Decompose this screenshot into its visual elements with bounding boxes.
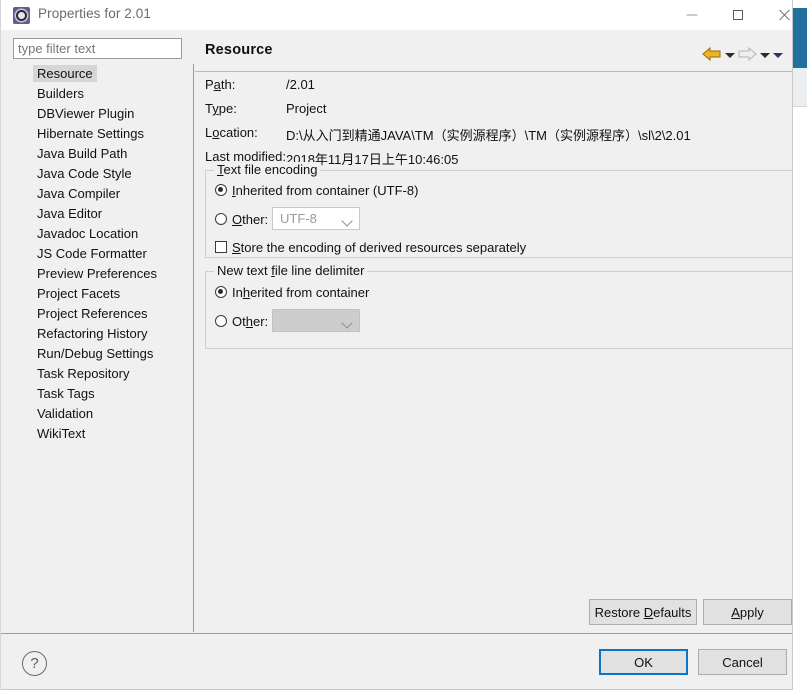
text-file-encoding-group: Text file encoding Inherited from contai… (205, 162, 792, 258)
location-label: Location: (205, 125, 258, 140)
properties-dialog: Properties for 2.01 Resource Builders DB… (0, 0, 793, 690)
encoding-combo[interactable]: UTF-8 (272, 207, 360, 230)
forward-history-chevron-down-icon[interactable] (759, 49, 770, 60)
radio-indicator (215, 184, 227, 196)
tree-item-preview-preferences[interactable]: Preview Preferences (13, 264, 193, 284)
maximize-icon[interactable] (715, 0, 761, 30)
radio-indicator (215, 213, 227, 225)
apply-button[interactable]: Apply (703, 599, 792, 625)
tree-item-java-compiler[interactable]: Java Compiler (13, 184, 193, 204)
delimiter-other-label: Other: (232, 313, 269, 329)
restore-defaults-button[interactable]: Restore Defaults (589, 599, 697, 625)
title-separator (195, 71, 792, 72)
tree-item-task-repository[interactable]: Task Repository (13, 364, 193, 384)
dialog-footer: ? OK Cancel (1, 633, 792, 689)
tree-item-validation[interactable]: Validation (13, 404, 193, 424)
delimiter-other-radio[interactable]: Other: (215, 312, 268, 330)
tree-item-project-references[interactable]: Project References (13, 304, 193, 324)
dialog-title: Properties for 2.01 (38, 6, 151, 21)
line-delimiter-group-title: New text file line delimiter (214, 263, 368, 278)
encoding-inherited-label: Inherited from container (UTF-8) (232, 182, 419, 198)
store-encoding-label: Store the encoding of derived resources … (232, 239, 527, 255)
dialog-titlebar: Properties for 2.01 (1, 0, 792, 30)
chevron-down-icon (337, 208, 359, 229)
back-icon[interactable] (702, 46, 722, 62)
store-encoding-checkbox[interactable]: Store the encoding of derived resources … (215, 238, 526, 256)
tree-item-run-debug-settings[interactable]: Run/Debug Settings (13, 344, 193, 364)
encoding-other-label: Other: (232, 211, 269, 227)
location-value: D:\从入门到精通JAVA\TM（实例源程序）\TM（实例源程序）\sl\2\2… (286, 128, 691, 143)
ok-button[interactable]: OK (599, 649, 688, 675)
filter-input[interactable] (13, 38, 182, 59)
tree-item-java-build-path[interactable]: Java Build Path (13, 144, 193, 164)
back-history-chevron-down-icon[interactable] (724, 49, 735, 60)
line-delimiter-group: New text file line delimiter Inherited f… (205, 263, 792, 349)
path-value: /2.01 (286, 77, 315, 92)
path-label: Path: (205, 77, 236, 92)
properties-icon (13, 7, 30, 24)
tree-item-refactoring-history[interactable]: Refactoring History (13, 324, 193, 344)
minimize-icon[interactable] (669, 0, 715, 30)
delimiter-inherited-label: Inherited from container (232, 284, 370, 300)
text-file-encoding-group-title: Text file encoding (214, 162, 321, 177)
encoding-combo-value: UTF-8 (280, 211, 317, 226)
ok-label: OK (634, 654, 653, 670)
tree-item-js-code-formatter[interactable]: JS Code Formatter (13, 244, 193, 264)
tree-item-java-code-style[interactable]: Java Code Style (13, 164, 193, 184)
dialog-left-edge (0, 0, 1, 690)
restore-defaults-label: Restore Defaults (594, 604, 692, 620)
close-icon[interactable] (761, 0, 807, 30)
tree-item-wikitext[interactable]: WikiText (13, 424, 193, 444)
type-label: Type: (205, 101, 237, 116)
encoding-other-radio[interactable]: Other: (215, 210, 268, 228)
checkbox-indicator (215, 241, 227, 253)
tree-item-resource[interactable]: Resource (13, 64, 193, 84)
forward-icon[interactable] (737, 46, 757, 62)
delimiter-combo[interactable] (272, 309, 360, 332)
help-icon[interactable]: ? (22, 651, 47, 676)
page-navigation (702, 45, 783, 63)
tree-item-hibernate-settings[interactable]: Hibernate Settings (13, 124, 193, 144)
cancel-label: Cancel (722, 654, 763, 670)
tree-item-builders[interactable]: Builders (13, 84, 193, 104)
page-title: Resource (205, 42, 273, 58)
encoding-inherited-radio[interactable]: Inherited from container (UTF-8) (215, 181, 418, 199)
resource-page: Resource Path: /2.01 Type: Project Locat… (195, 31, 792, 632)
preferences-tree[interactable]: Resource Builders DBViewer Plugin Hibern… (13, 64, 194, 632)
cancel-button[interactable]: Cancel (698, 649, 787, 675)
chevron-down-icon (337, 310, 359, 331)
tree-item-task-tags[interactable]: Task Tags (13, 384, 193, 404)
view-menu-chevron-down-icon[interactable] (772, 49, 783, 60)
delimiter-inherited-radio[interactable]: Inherited from container (215, 283, 369, 301)
radio-indicator (215, 315, 227, 327)
radio-indicator (215, 286, 227, 298)
tree-item-dbviewer-plugin[interactable]: DBViewer Plugin (13, 104, 193, 124)
apply-label: Apply (731, 604, 764, 620)
tree-item-javadoc-location[interactable]: Javadoc Location (13, 224, 193, 244)
type-value: Project (286, 101, 327, 116)
tree-item-java-editor[interactable]: Java Editor (13, 204, 193, 224)
tree-item-project-facets[interactable]: Project Facets (13, 284, 193, 304)
